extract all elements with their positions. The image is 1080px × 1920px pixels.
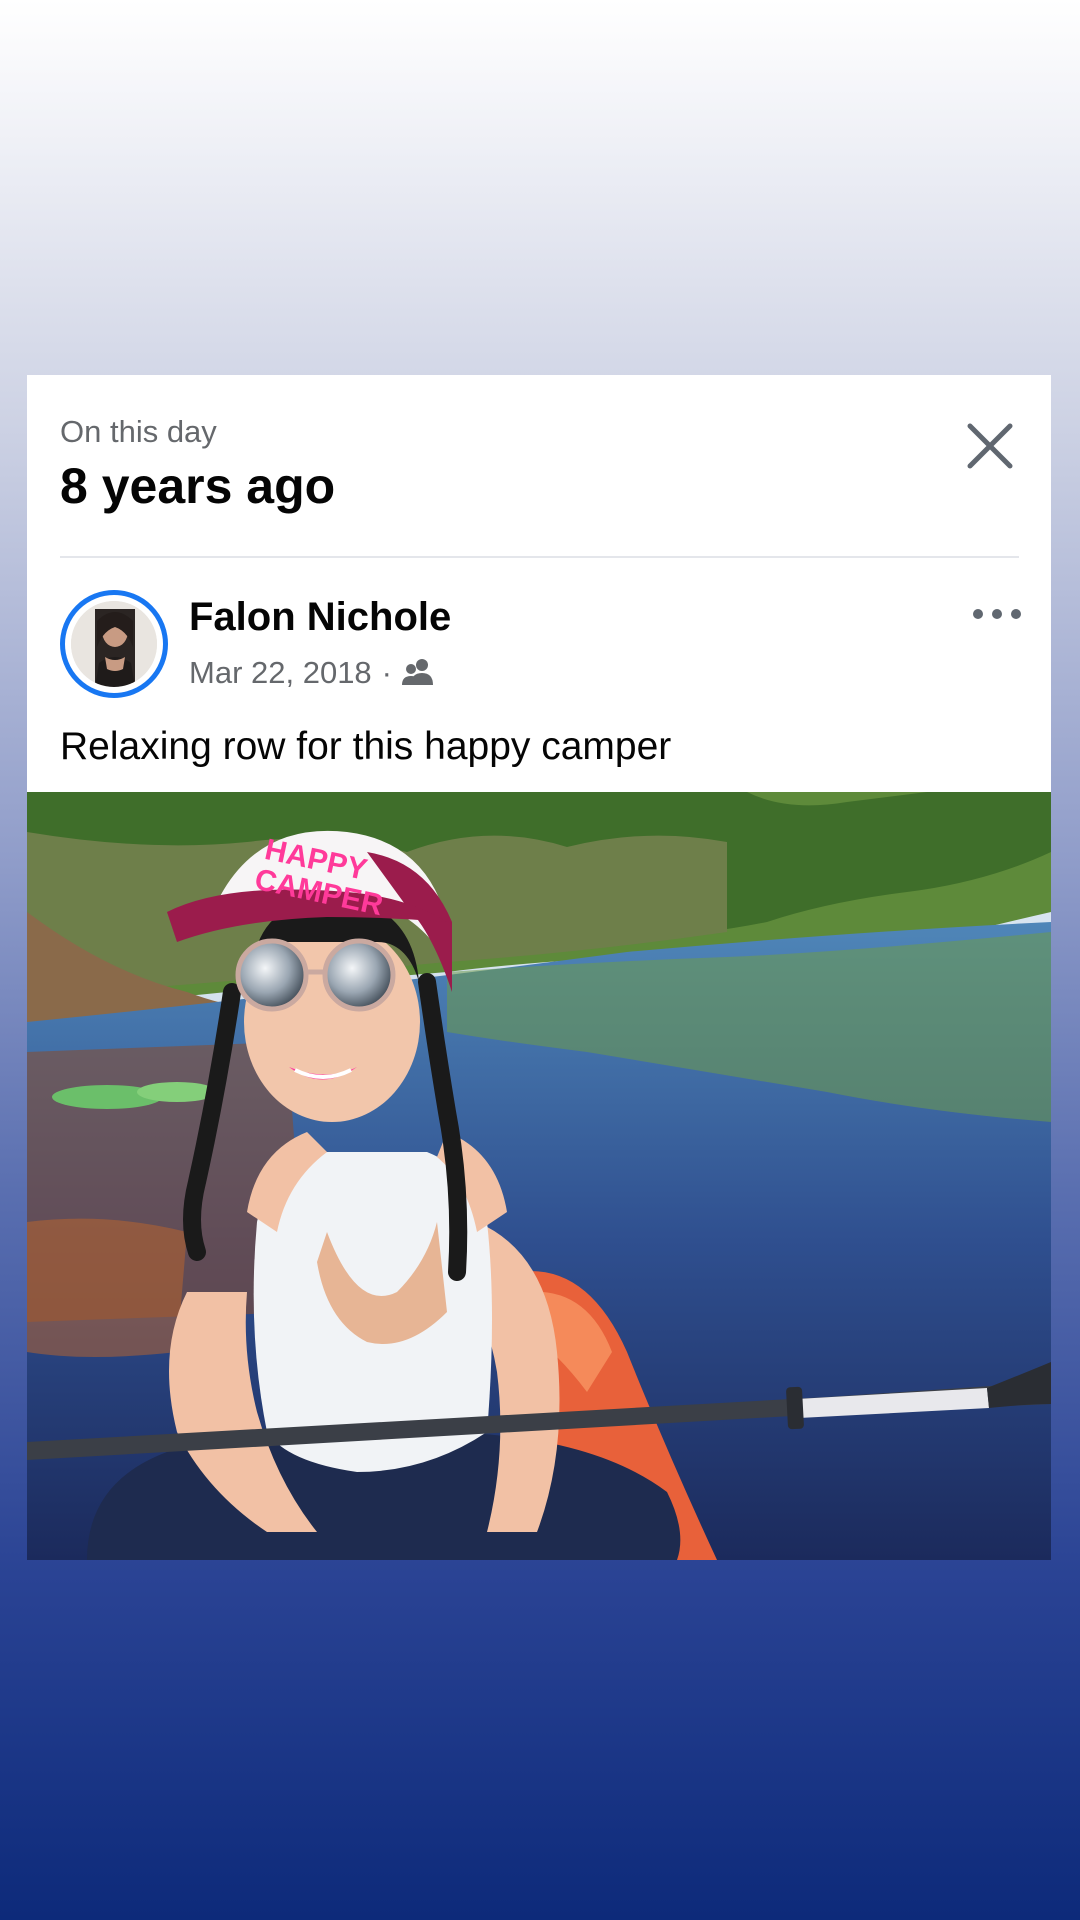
more-options-button[interactable] [967, 594, 1027, 634]
post-meta: Mar 22, 2018 · [189, 655, 434, 690]
post-photo[interactable]: HAPPY CAMPER [27, 792, 1051, 1560]
close-icon [967, 423, 1013, 469]
post-date[interactable]: Mar 22, 2018 [189, 655, 372, 690]
author-name[interactable]: Falon Nichole [189, 595, 451, 639]
post-header: Falon Nichole Mar 22, 2018 · [60, 590, 1027, 700]
friends-icon [402, 659, 433, 686]
avatar-image [71, 601, 157, 687]
memory-card: On this day 8 years ago Falon Nichole Ma… [27, 375, 1051, 1560]
more-options-icon [973, 609, 1021, 619]
header-divider [60, 556, 1019, 558]
post-caption: Relaxing row for this happy camper [60, 725, 672, 768]
memory-headline: 8 years ago [60, 458, 336, 515]
memory-eyebrow: On this day [60, 414, 217, 449]
close-button[interactable] [957, 413, 1023, 479]
meta-separator: · [381, 655, 392, 690]
memory-header: On this day 8 years ago [60, 414, 336, 515]
avatar[interactable] [60, 590, 168, 698]
